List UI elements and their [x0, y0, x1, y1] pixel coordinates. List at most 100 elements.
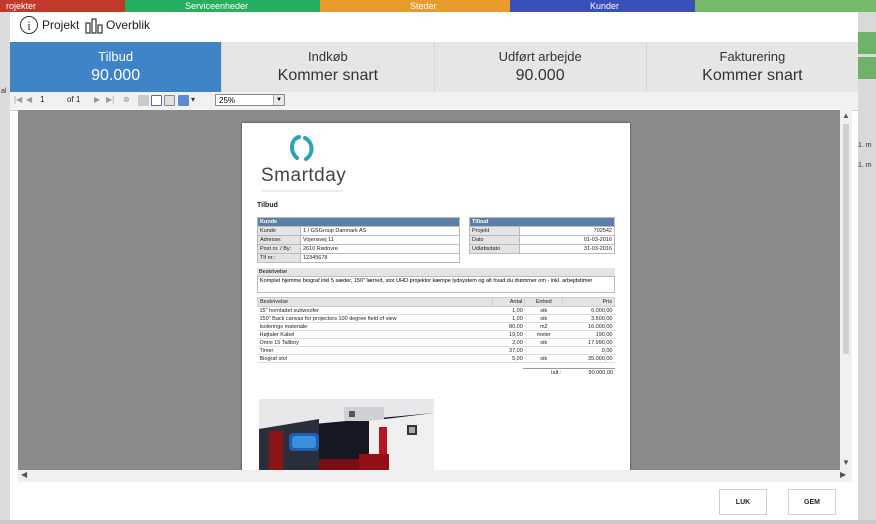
offer-table: Tilbud Projekt 702542 Dato 01-03-2016 Udlø…: [469, 217, 615, 254]
stop-icon[interactable]: ⊗: [123, 95, 130, 104]
info-icon[interactable]: i: [20, 16, 38, 34]
line-unit: stk: [524, 338, 563, 347]
modal-header: i Projekt Overblik: [10, 12, 858, 42]
report-toolbar: |◀ ◀ 1 of 1 ▶ ▶| ⊗ ▾ 25% ▼: [10, 92, 858, 111]
stage-tilbud[interactable]: Tilbud 90.000: [10, 42, 223, 92]
tab-overblik[interactable]: Overblik: [106, 18, 150, 32]
background-tab-projekter[interactable]: rojekter: [0, 0, 125, 12]
bar-chart-icon[interactable]: [85, 17, 103, 34]
offer-label: Udløbsdato: [469, 244, 520, 254]
print-layout-icon[interactable]: [151, 95, 162, 106]
save-button[interactable]: GEM: [788, 489, 836, 515]
modal-footer: LUK GEM: [10, 482, 858, 520]
background-green-block: [858, 57, 876, 79]
scroll-left-icon[interactable]: ◀: [21, 470, 27, 479]
background-tab-steder[interactable]: Steder: [320, 0, 510, 12]
stage-udfort-arbejde[interactable]: Udført arbejde 90.000: [434, 42, 647, 92]
print-icon[interactable]: [138, 95, 149, 106]
page-number[interactable]: 1: [40, 95, 44, 104]
total-row: Ialt.: 90.000,00: [523, 368, 615, 376]
export-icon[interactable]: [178, 95, 189, 106]
scroll-right-icon[interactable]: ▶: [840, 470, 846, 479]
page-setup-icon[interactable]: [164, 95, 175, 106]
zoom-select[interactable]: 25% ▼: [215, 94, 285, 106]
table-row: Isolerings materiale 80,00 m2 16.000,00: [257, 322, 615, 331]
line-unit: m2: [524, 322, 563, 331]
line-quantity: 2,00: [492, 338, 525, 347]
horizontal-scrollbar[interactable]: ◀ ▶: [18, 470, 852, 482]
table-row: Omni 15 Tallboy 2,00 stk 17.990,00: [257, 338, 615, 347]
background-left-text: al: [1, 88, 7, 95]
stage-fakturering[interactable]: Fakturering Kommer snart: [646, 42, 858, 92]
line-quantity: 1,00: [492, 306, 525, 315]
line-price: 0,00: [562, 346, 615, 355]
document-title: Tilbud: [257, 202, 278, 209]
table-row: 15" hornladet subwoofer 1,00 stk 6.000,00: [257, 306, 615, 315]
offer-label: Projekt: [469, 226, 520, 236]
stage-tabs: Tilbud 90.000 Indkøb Kommer snart Udført…: [10, 42, 858, 92]
line-price: 6.000,00: [562, 306, 615, 315]
zoom-value: 25%: [219, 96, 236, 105]
customer-label: Post nr. / By:: [257, 244, 301, 254]
stage-value: 90.000: [91, 67, 141, 84]
line-unit: stk: [524, 306, 563, 315]
project-modal: i Projekt Overblik Tilbud 90.000 Indkøb …: [10, 12, 858, 520]
background-left-panel: al: [0, 12, 10, 524]
stage-value: Kommer snart: [702, 67, 803, 84]
stage-title: Tilbud: [98, 49, 134, 64]
line-description: Isolerings materiale: [257, 322, 493, 331]
line-price: 16.000,00: [562, 322, 615, 331]
line-quantity: 80,00: [492, 322, 525, 331]
line-description: 150" Back canvas for projectors 100 degr…: [257, 314, 493, 323]
line-unit: stk: [524, 354, 563, 363]
home-cinema-photo: [259, 399, 434, 470]
background-right-text: 1. m: [858, 162, 872, 169]
tab-projekt[interactable]: Projekt: [42, 18, 79, 32]
stage-title: Indkøb: [308, 49, 348, 64]
customer-table-header: Kunde: [257, 217, 460, 227]
chevron-down-icon[interactable]: ▼: [273, 95, 284, 105]
stage-value: Kommer snart: [277, 67, 379, 84]
scroll-down-icon[interactable]: ▼: [842, 458, 850, 467]
customer-label: Tlf nr.:: [257, 253, 301, 263]
order-lines-header-row: Beskrivelse Antal Enhed Pris: [257, 297, 615, 307]
customer-label: Adresse:: [257, 235, 301, 245]
prev-page-icon[interactable]: ◀: [26, 95, 32, 104]
brand-name: Smartday: [261, 165, 347, 186]
order-lines-table: Beskrivelse Antal Enhed Pris 15" hornlad…: [257, 297, 615, 363]
line-unit: meter: [524, 330, 563, 339]
line-quantity: 37,00: [492, 346, 525, 355]
stage-indkob[interactable]: Indkøb Kommer snart: [222, 42, 435, 92]
line-description: 15" hornladet subwoofer: [257, 306, 493, 315]
line-description: Højtaler Kabel: [257, 330, 493, 339]
column-header: Pris: [562, 297, 615, 307]
total-label: Ialt.:: [551, 370, 562, 376]
background-tab-strip: rojekter Serviceenheder Steder Kunder: [0, 0, 876, 12]
stage-title: Fakturering: [719, 49, 786, 64]
line-quantity: 19,00: [492, 330, 525, 339]
background-tab-kunder[interactable]: Kunder: [510, 0, 695, 12]
vertical-scrollbar[interactable]: ▲ ▼: [840, 110, 852, 470]
page-count: of 1: [67, 95, 81, 104]
line-price: 3.500,00: [562, 314, 615, 323]
export-dropdown-icon[interactable]: ▾: [191, 95, 195, 104]
table-row: 150" Back canvas for projectors 100 degr…: [257, 314, 615, 323]
column-header: Antal: [491, 297, 526, 307]
first-page-icon[interactable]: |◀: [14, 95, 22, 104]
background-tab-serviceenheder[interactable]: Serviceenheder: [125, 0, 320, 12]
smartday-logo-icon: [290, 135, 314, 161]
table-row: Biograf stol 5,00 stk 35.000,00: [257, 354, 615, 363]
vertical-scroll-thumb[interactable]: [843, 124, 849, 354]
customer-value: 2610 Rødovre: [300, 244, 460, 254]
customer-label: Kunde: [257, 226, 301, 236]
last-page-icon[interactable]: ▶|: [106, 95, 114, 104]
offer-value: 01-03-2016: [519, 235, 615, 245]
line-quantity: 5,00: [492, 354, 525, 363]
customer-value: 1 / GSGroup Danmark AS: [300, 226, 460, 236]
column-header: Beskrivelse: [257, 297, 493, 307]
scroll-up-icon[interactable]: ▲: [842, 111, 850, 120]
background-tab-extra[interactable]: [695, 0, 876, 12]
close-button[interactable]: LUK: [719, 489, 767, 515]
next-page-icon[interactable]: ▶: [94, 95, 100, 104]
column-header: Enhed: [524, 297, 564, 307]
